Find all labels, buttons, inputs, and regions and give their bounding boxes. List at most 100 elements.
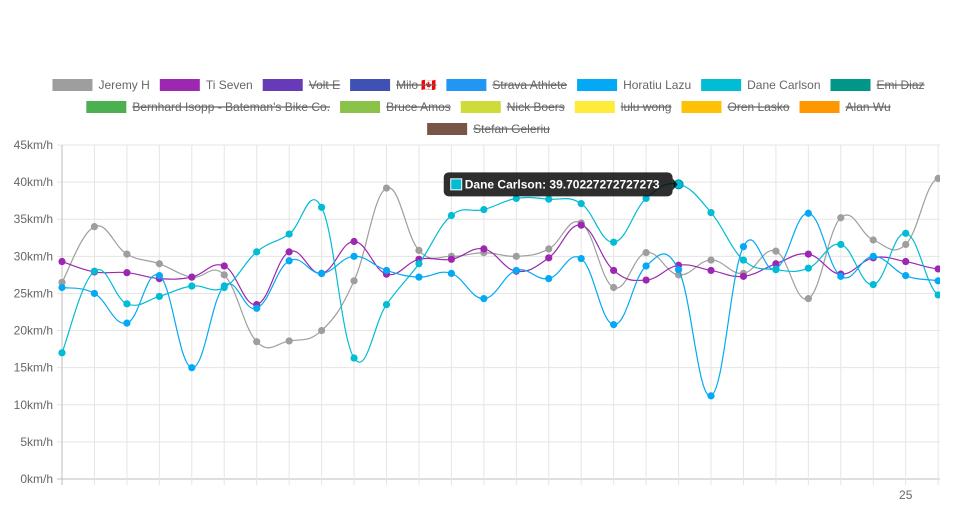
- data-point: [90, 267, 99, 275]
- data-point: [869, 236, 877, 244]
- legend-item[interactable]: Volt E: [262, 78, 341, 92]
- legend-item[interactable]: Bernhard Isopp - Bateman's Bike Co.: [86, 100, 331, 114]
- legend-swatch: [681, 101, 722, 113]
- data-point: [350, 252, 358, 260]
- data-point: [188, 282, 196, 290]
- legend-label: Dane Carlson: [747, 78, 820, 92]
- legend-item[interactable]: Milo 🇨🇦: [350, 78, 436, 92]
- data-point: [837, 214, 845, 222]
- legend-item[interactable]: Ti Seven: [159, 78, 253, 92]
- legend-swatch: [830, 79, 871, 91]
- data-point: [512, 266, 520, 275]
- legend-label: Horatiu Lazu: [623, 78, 691, 92]
- data-point: [58, 257, 66, 266]
- data-point: [642, 276, 650, 284]
- y-tick-label: 35km/h: [14, 212, 53, 226]
- y-axis-ticks: 0km/h 5km/h 10km/h 15km/h 20km/h 25km/h 30km/h…: [14, 138, 53, 486]
- data-point: [934, 277, 940, 285]
- data-point: [804, 295, 812, 303]
- data-point: [58, 283, 66, 292]
- legend-item[interactable]: Alan Wu: [799, 100, 891, 114]
- legend-item[interactable]: Horatiu Lazu: [577, 78, 691, 92]
- data-point: [350, 354, 358, 362]
- legend-item[interactable]: Jeremy H: [52, 78, 150, 92]
- data-point: [415, 273, 423, 281]
- data-point: [382, 300, 391, 309]
- legend-item[interactable]: Strava Athlete: [446, 78, 567, 92]
- data-point: [804, 250, 812, 258]
- legend-item[interactable]: Bruce Amos: [340, 100, 451, 114]
- data-point: [577, 254, 585, 263]
- data-point: [350, 237, 358, 246]
- x-axis-ticks: 25: [899, 488, 913, 502]
- y-tick-label: 0km/h: [20, 472, 53, 486]
- data-point: [155, 260, 163, 268]
- data-point: [447, 211, 455, 220]
- data-point: [902, 229, 910, 237]
- data-point: [902, 272, 910, 280]
- data-point: [350, 277, 358, 285]
- data-point: [642, 249, 650, 257]
- data-point: [869, 280, 877, 289]
- legend-swatch: [340, 101, 381, 113]
- data-point: [285, 257, 293, 265]
- legend-item[interactable]: Dane Carlson: [701, 78, 821, 92]
- data-point: [318, 269, 326, 278]
- data-point: [707, 266, 715, 275]
- legend-label: Jeremy H: [98, 78, 149, 92]
- legend-item[interactable]: lulu wong: [574, 100, 672, 114]
- legend-item[interactable]: Oren Lasko: [681, 100, 790, 114]
- data-point: [804, 264, 812, 272]
- data-point: [707, 392, 715, 400]
- data-point: [155, 272, 163, 280]
- data-point: [382, 266, 391, 275]
- data-point: [545, 275, 553, 283]
- data-point: [318, 203, 326, 211]
- legend-swatch: [427, 123, 468, 135]
- data-point: [739, 272, 748, 280]
- data-point: [967, 264, 974, 271]
- data-point: [253, 338, 261, 346]
- data-point: [902, 257, 910, 266]
- data-point: [577, 200, 585, 208]
- data-point: [837, 272, 845, 280]
- data-point: [253, 304, 261, 312]
- legend-item[interactable]: Nick Boers: [460, 100, 565, 114]
- data-point: [804, 209, 812, 217]
- data-point: [934, 265, 940, 273]
- data-point: [253, 248, 261, 256]
- legend-item[interactable]: Emi Diaz: [830, 78, 925, 92]
- y-tick-label: 30km/h: [14, 249, 53, 263]
- data-point: [837, 240, 845, 249]
- legend-swatch: [86, 101, 127, 113]
- data-point: [90, 289, 99, 298]
- tooltip-label: Dane Carlson: 39.70227272727273: [465, 177, 660, 191]
- data-point: [707, 208, 715, 217]
- y-tick-label: 40km/h: [14, 175, 53, 189]
- legend-swatch: [446, 79, 487, 91]
- data-point: [285, 337, 293, 345]
- data-point: [934, 174, 940, 182]
- data-point: [610, 266, 618, 275]
- data-point: [610, 321, 618, 329]
- legend-item[interactable]: Stefan Geleriu: [427, 122, 550, 136]
- data-point: [188, 273, 196, 281]
- data-point: [318, 326, 326, 335]
- data-point: [772, 247, 780, 255]
- data-point: [577, 221, 585, 229]
- data-point: [415, 246, 423, 254]
- data-point: [90, 223, 99, 231]
- data-point: [545, 245, 553, 253]
- data-point: [707, 256, 715, 264]
- data-point: [545, 195, 553, 203]
- legend-swatch: [701, 79, 742, 91]
- y-tick-label: 25km/h: [14, 286, 53, 300]
- y-tick-label: 10km/h: [14, 398, 53, 412]
- data-point: [610, 283, 618, 292]
- data-point: [967, 282, 974, 289]
- data-point: [674, 266, 683, 274]
- legend-swatch: [159, 79, 200, 91]
- data-point: [123, 269, 131, 277]
- data-point: [415, 260, 423, 268]
- legend-swatch: [460, 101, 501, 113]
